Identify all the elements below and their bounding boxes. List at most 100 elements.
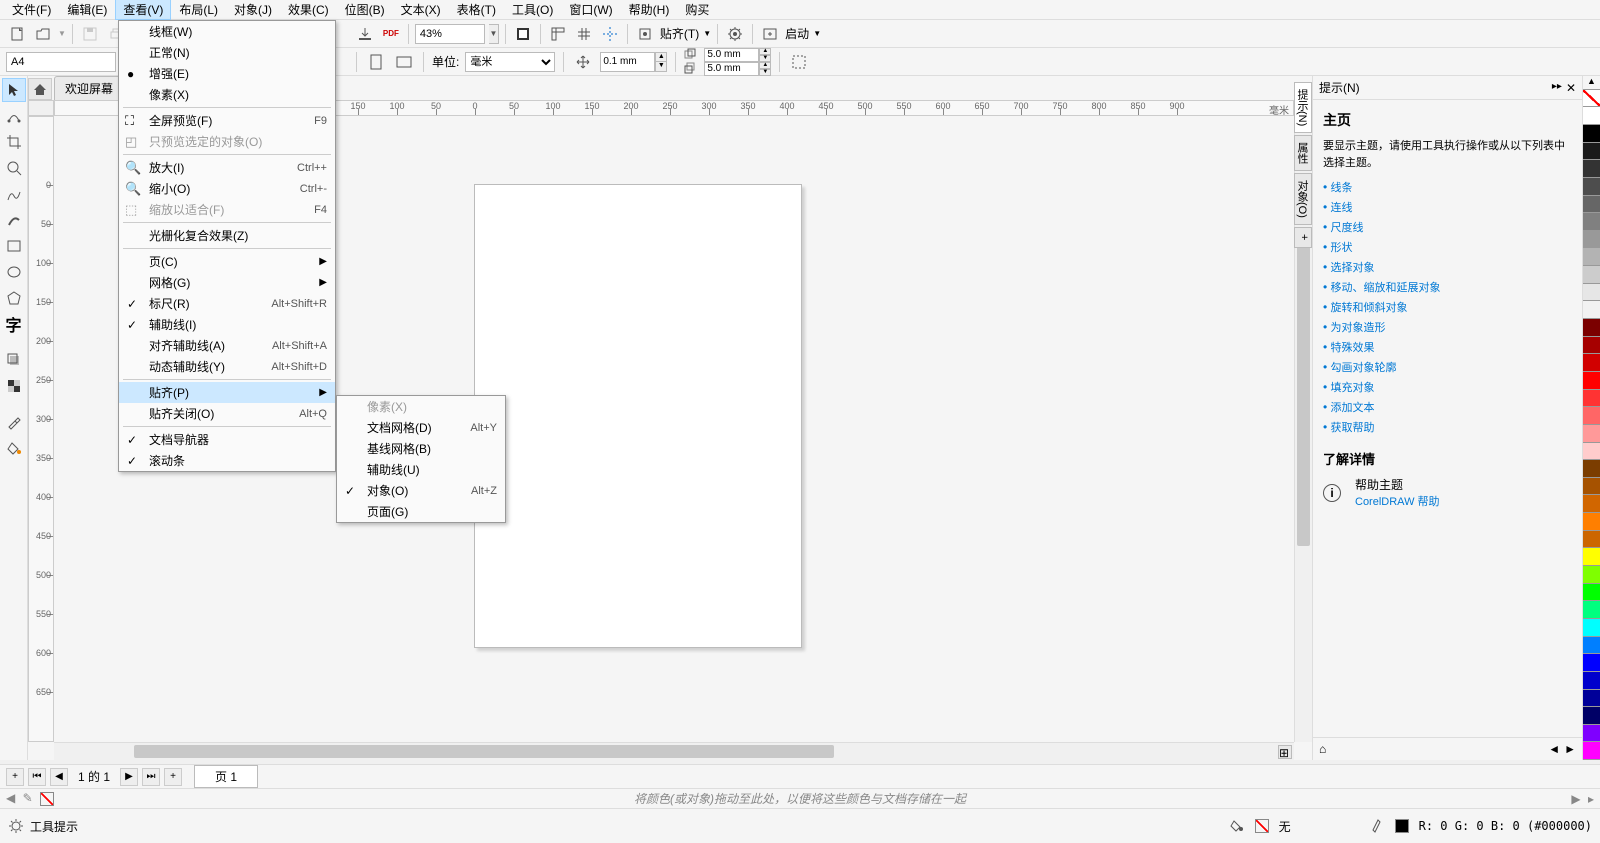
color-swatch[interactable] [1583,690,1600,708]
color-swatch[interactable] [1583,707,1600,725]
hints-back-icon[interactable]: ◄ [1548,742,1560,756]
snap-toggle-button[interactable] [634,23,656,45]
docker-tab-对象(O)[interactable]: 对象(O) [1294,173,1312,225]
color-swatch[interactable] [1583,513,1600,531]
hint-topic-勾画对象轮廓[interactable]: 勾画对象轮廓 [1331,362,1397,374]
color-swatch[interactable] [1583,566,1600,584]
zoom-input[interactable] [415,24,485,44]
menu-item-对象(O)[interactable]: ✓对象(O)Alt+Z [337,480,505,501]
menu-item-正常(N)[interactable]: 正常(N) [119,42,335,63]
palette-scroll-up[interactable]: ▲ [1583,76,1600,90]
color-swatch[interactable] [1583,672,1600,690]
color-swatch[interactable] [1583,196,1600,214]
color-swatch[interactable] [1583,654,1600,672]
menu-编辑(E)[interactable]: 编辑(E) [59,0,115,20]
add-docker-button[interactable]: + [1294,227,1312,247]
navigator-button[interactable]: ⊞ [1278,745,1292,759]
shadow-tool[interactable] [2,348,26,372]
color-swatch[interactable] [1583,548,1600,566]
menu-item-贴齐(P)[interactable]: 贴齐(P)▶ [119,382,335,403]
menu-item-网格(G)[interactable]: 网格(G)▶ [119,272,335,293]
menu-item-动态辅助线(Y)[interactable]: 动态辅助线(Y)Alt+Shift+D [119,356,335,377]
zoom-tool[interactable] [2,156,26,180]
rectangle-tool[interactable] [2,234,26,258]
menu-表格(T)[interactable]: 表格(T) [449,0,504,20]
fullscreen-preview-button[interactable] [512,23,534,45]
menu-item-辅助线(U)[interactable]: 辅助线(U) [337,459,505,480]
color-swatch[interactable] [1583,354,1600,372]
menu-对象(J)[interactable]: 对象(J) [226,0,280,20]
menu-item-滚动条[interactable]: ✓滚动条 [119,450,335,471]
hints-forward-icon[interactable]: ► [1564,742,1576,756]
dup-x-input[interactable] [704,48,759,62]
menu-item-辅助线(I)[interactable]: ✓辅助线(I) [119,314,335,335]
prev-page-button[interactable]: ◀ [50,768,68,786]
color-swatch[interactable] [1583,725,1600,743]
color-swatch[interactable] [1583,619,1600,637]
polygon-tool[interactable] [2,286,26,310]
crop-tool[interactable] [2,130,26,154]
color-swatch[interactable] [1583,301,1600,319]
color-swatch[interactable] [1583,390,1600,408]
color-swatch[interactable] [1583,266,1600,284]
hints-home-icon[interactable]: ⌂ [1319,742,1326,756]
show-rulers-button[interactable] [547,23,569,45]
menu-item-标尺(R)[interactable]: ✓标尺(R)Alt+Shift+R [119,293,335,314]
vertical-ruler[interactable]: 050100150200250300350400450500550600650 [28,116,54,742]
add-page-button[interactable]: + [6,768,24,786]
menu-item-缩小(O)[interactable]: 🔍缩小(O)Ctrl+- [119,178,335,199]
menu-工具(O)[interactable]: 工具(O) [504,0,561,20]
document-palette[interactable]: ◀ ✎ 将颜色(或对象)拖动至此处，以便将这些颜色与文档存储在一起 ▶ ▸ [0,788,1600,808]
color-swatch[interactable] [1583,407,1600,425]
open-button[interactable] [32,23,54,45]
show-grid-button[interactable] [573,23,595,45]
export-pdf-button[interactable]: PDF [380,23,402,45]
hint-topic-获取帮助[interactable]: 获取帮助 [1331,422,1375,434]
hint-topic-旋转和倾斜对象[interactable]: 旋转和倾斜对象 [1331,302,1408,314]
menu-item-对齐辅助线(A)[interactable]: 对齐辅助线(A)Alt+Shift+A [119,335,335,356]
doc-palette-nav-left[interactable]: ◀ [6,791,15,805]
dup-y-input[interactable] [704,62,759,76]
hint-topic-为对象造形[interactable]: 为对象造形 [1331,322,1386,334]
snap-dropdown[interactable]: 贴齐(T) ▼ [660,25,711,42]
home-tab-button[interactable] [28,78,52,100]
panel-collapse-icon[interactable]: ▸▸ [1552,81,1562,95]
color-swatch[interactable] [1583,213,1600,231]
text-tool[interactable]: 字 [2,312,26,336]
color-swatch[interactable] [1583,637,1600,655]
ellipse-tool[interactable] [2,260,26,284]
menu-购买[interactable]: 购买 [677,0,717,20]
menu-文件(F)[interactable]: 文件(F) [4,0,59,20]
color-swatch[interactable] [1583,495,1600,513]
hint-topic-特殊效果[interactable]: 特殊效果 [1331,342,1375,354]
menu-帮助(H)[interactable]: 帮助(H) [621,0,678,20]
menu-item-页(C)[interactable]: 页(C)▶ [119,251,335,272]
color-swatch[interactable] [1583,248,1600,266]
options-button[interactable] [724,23,746,45]
transparency-tool[interactable] [2,374,26,398]
welcome-tab[interactable]: 欢迎屏幕 [54,76,124,100]
color-swatch[interactable] [1583,372,1600,390]
menu-item-放大(I)[interactable]: 🔍放大(I)Ctrl++ [119,157,335,178]
landscape-button[interactable] [393,51,415,73]
add-page-after-button[interactable]: + [164,768,182,786]
launch-dropdown[interactable]: 启动 ▼ [785,25,821,42]
color-swatch[interactable] [1583,178,1600,196]
menu-item-贴齐关闭(O)[interactable]: 贴齐关闭(O)Alt+Q [119,403,335,424]
horizontal-scrollbar[interactable]: ⊞ [54,742,1294,760]
menu-item-全屏预览(F)[interactable]: ⛶全屏预览(F)F9 [119,110,335,131]
status-gear-icon[interactable] [8,818,24,834]
color-swatch[interactable] [1583,742,1600,760]
color-swatch[interactable] [1583,160,1600,178]
treat-as-filled-button[interactable] [788,51,810,73]
color-swatch[interactable] [1583,478,1600,496]
panel-close-icon[interactable]: ✕ [1566,81,1576,95]
menu-item-文档导航器[interactable]: ✓文档导航器 [119,429,335,450]
menu-item-页面(G)[interactable]: 页面(G) [337,501,505,522]
paper-size-input[interactable] [6,52,116,72]
doc-palette-nofill-swatch[interactable] [40,792,54,806]
color-swatch[interactable] [1583,443,1600,461]
color-swatch[interactable] [1583,601,1600,619]
color-swatch[interactable] [1583,425,1600,443]
menu-item-增强(E)[interactable]: ●增强(E) [119,63,335,84]
